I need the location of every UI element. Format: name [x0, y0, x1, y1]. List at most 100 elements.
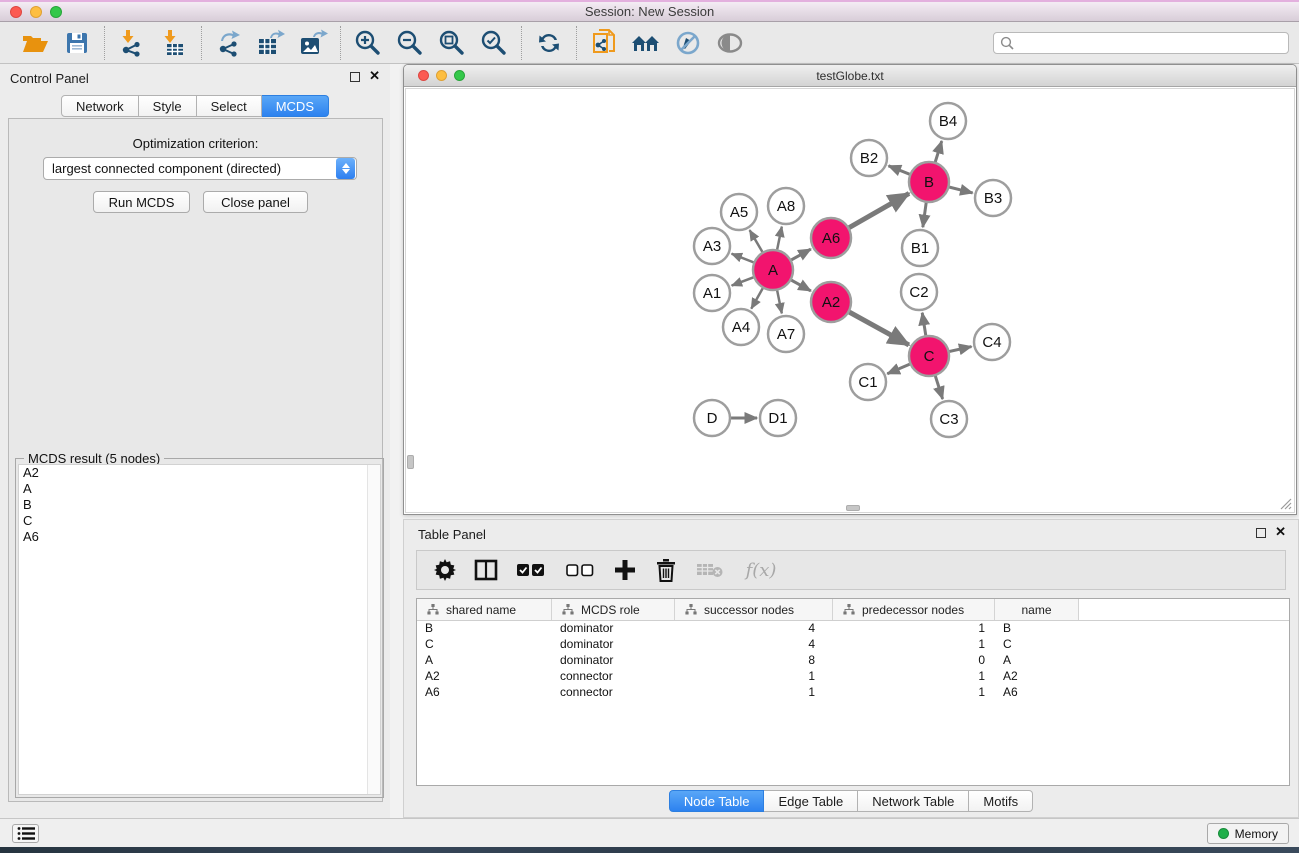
- table-cell: C: [995, 637, 1079, 653]
- close-panel-button[interactable]: Close panel: [203, 191, 308, 213]
- tab-network-table[interactable]: Network Table: [858, 790, 969, 812]
- column-header-predecessor-nodes[interactable]: predecessor nodes: [833, 599, 995, 620]
- node-label-A3: A3: [703, 238, 721, 255]
- show-hide-panel-eye-icon[interactable]: [709, 25, 751, 61]
- horizontal-scrollbar-thumb[interactable]: [846, 505, 860, 511]
- mcds-result-item[interactable]: C: [19, 513, 380, 529]
- table-cell: 1: [833, 621, 995, 637]
- control-panel: Control Panel ✕ Network Style Select MCD…: [0, 64, 390, 818]
- network-search-field[interactable]: [993, 32, 1289, 54]
- memory-button[interactable]: Memory: [1207, 823, 1289, 844]
- table-cell: 1: [675, 669, 833, 685]
- close-network-window-button[interactable]: [418, 70, 429, 81]
- open-folder-icon[interactable]: [14, 25, 56, 61]
- network-graph[interactable]: B4B2BB3A8A5A6B1A3AA1C2A2A4A7C4CC1C3DD1: [406, 89, 1296, 514]
- table-row[interactable]: A2connector11A2: [417, 669, 1289, 685]
- mcds-result-item[interactable]: A2: [19, 465, 380, 481]
- float-table-panel-icon[interactable]: [1256, 528, 1266, 538]
- list-scrollbar[interactable]: [367, 465, 380, 794]
- zoom-in-icon[interactable]: [347, 25, 389, 61]
- select-stepper-icon: [336, 158, 355, 179]
- mcds-result-item[interactable]: B: [19, 497, 380, 513]
- tab-edge-table[interactable]: Edge Table: [764, 790, 858, 812]
- select-all-columns-icon[interactable]: [515, 557, 547, 583]
- create-column-plus-icon[interactable]: [613, 557, 637, 583]
- mcds-result-list[interactable]: A2ABCA6: [18, 464, 381, 795]
- minimize-network-window-button[interactable]: [436, 70, 447, 81]
- session-title: Session: New Session: [585, 4, 714, 19]
- tab-motifs[interactable]: Motifs: [969, 790, 1033, 812]
- resize-grip-icon[interactable]: [1279, 497, 1292, 510]
- mcds-result-item[interactable]: A: [19, 481, 380, 497]
- import-table-icon[interactable]: [153, 25, 195, 61]
- zoom-fit-icon[interactable]: [431, 25, 473, 61]
- column-header-name[interactable]: name: [995, 599, 1079, 620]
- save-session-icon[interactable]: [56, 25, 98, 61]
- table-row[interactable]: Cdominator41C: [417, 637, 1289, 653]
- toolbar-separator: [340, 26, 341, 60]
- column-header-shared-name[interactable]: shared name: [417, 599, 552, 620]
- table-row[interactable]: Adominator80A: [417, 653, 1289, 669]
- table-toolbar: f(x): [416, 550, 1286, 590]
- search-icon: [1000, 36, 1014, 50]
- table-cell: B: [995, 621, 1079, 637]
- desktop-background: [0, 847, 1299, 853]
- tab-select[interactable]: Select: [197, 95, 262, 117]
- deselect-all-columns-icon[interactable]: [564, 557, 596, 583]
- main-toolbar: [0, 22, 1299, 64]
- search-input[interactable]: [1018, 34, 1288, 52]
- table-row[interactable]: A6connector11A6: [417, 685, 1289, 701]
- table-cell: 0: [833, 653, 995, 669]
- tab-mcds[interactable]: MCDS: [262, 95, 329, 117]
- first-neighbors-icon[interactable]: [625, 25, 667, 61]
- mcds-result-group: MCDS result (5 nodes) A2ABCA6: [15, 458, 384, 798]
- mcds-result-item[interactable]: A6: [19, 529, 380, 545]
- run-mcds-button[interactable]: Run MCDS: [93, 191, 190, 213]
- column-header-MCDS-role[interactable]: MCDS role: [552, 599, 675, 620]
- optimization-criterion-select[interactable]: largest connected component (directed): [43, 157, 357, 180]
- network-view-window: testGlobe.txt B4B2BB3A8A5A6B1A3AA1C2A2A4…: [403, 64, 1297, 515]
- task-history-button[interactable]: [12, 824, 39, 843]
- export-image-icon[interactable]: [292, 25, 334, 61]
- network-canvas[interactable]: B4B2BB3A8A5A6B1A3AA1C2A2A4A7C4CC1C3DD1: [405, 88, 1295, 513]
- minimize-window-button[interactable]: [30, 6, 42, 18]
- float-panel-icon[interactable]: [350, 72, 360, 82]
- clone-network-icon[interactable]: [583, 25, 625, 61]
- column-header-successor-nodes[interactable]: successor nodes: [675, 599, 833, 620]
- zoom-selected-icon[interactable]: [473, 25, 515, 61]
- close-table-panel-icon[interactable]: ✕: [1275, 525, 1286, 539]
- import-network-icon[interactable]: [111, 25, 153, 61]
- close-window-button[interactable]: [10, 6, 22, 18]
- node-label-A8: A8: [777, 198, 795, 215]
- function-builder-icon[interactable]: f(x): [742, 557, 780, 583]
- zoom-out-icon[interactable]: [389, 25, 431, 61]
- export-table-icon[interactable]: [250, 25, 292, 61]
- table-row[interactable]: Bdominator41B: [417, 621, 1289, 637]
- hide-annotations-icon[interactable]: [667, 25, 709, 61]
- node-label-A2: A2: [822, 294, 840, 311]
- table-settings-gear-icon[interactable]: [433, 557, 457, 583]
- vertical-scrollbar-thumb[interactable]: [407, 455, 414, 469]
- shared-column-icon: [427, 604, 439, 615]
- table-cell: B: [417, 621, 552, 637]
- export-network-icon[interactable]: [208, 25, 250, 61]
- mcds-panel: Optimization criterion: largest connecte…: [8, 118, 383, 802]
- delete-table-icon[interactable]: [695, 557, 725, 583]
- delete-columns-trash-icon[interactable]: [654, 557, 678, 583]
- node-label-A7: A7: [777, 326, 795, 343]
- memory-label: Memory: [1235, 827, 1278, 841]
- table-tabs: Node TableEdge TableNetwork TableMotifs: [404, 790, 1298, 812]
- node-table[interactable]: shared nameMCDS rolesuccessor nodesprede…: [416, 598, 1290, 786]
- tab-style[interactable]: Style: [139, 95, 197, 117]
- control-panel-title: Control Panel: [10, 71, 89, 86]
- close-panel-icon[interactable]: ✕: [369, 69, 380, 83]
- toolbar-separator: [201, 26, 202, 60]
- tab-node-table[interactable]: Node Table: [669, 790, 765, 812]
- zoom-network-window-button[interactable]: [454, 70, 465, 81]
- zoom-window-button[interactable]: [50, 6, 62, 18]
- pane-mode-icon[interactable]: [474, 557, 498, 583]
- node-label-C3: C3: [939, 411, 958, 428]
- refresh-layout-icon[interactable]: [528, 25, 570, 61]
- tab-network[interactable]: Network: [61, 95, 139, 117]
- network-window-titlebar[interactable]: testGlobe.txt: [404, 65, 1296, 87]
